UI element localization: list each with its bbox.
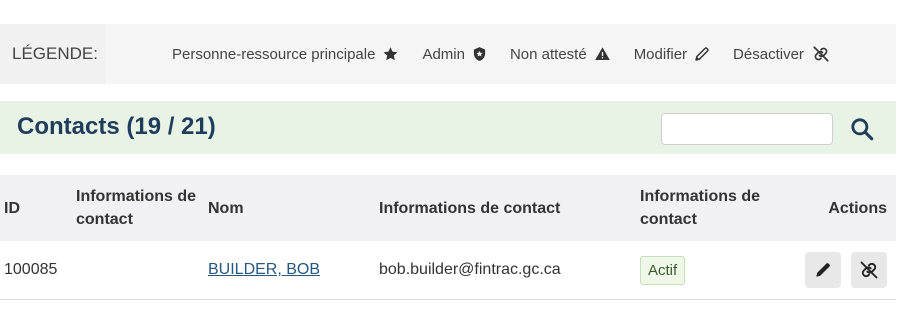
contacts-table: ID Informations de contact Nom Informati…: [0, 175, 896, 300]
page-title: Contacts (19 / 21): [17, 113, 216, 140]
table-header-row: ID Informations de contact Nom Informati…: [0, 175, 896, 241]
table-row: 100085 BUILDER, BOB bob.builder@fintrac.…: [0, 241, 896, 300]
legend-item-not-attested: Non attesté: [510, 46, 611, 63]
column-header-contact-info-2[interactable]: Informations de contact: [632, 175, 763, 241]
legend-item-deactivate: Désactiver: [733, 45, 831, 63]
column-header-id[interactable]: ID: [0, 175, 70, 241]
cell-name: BUILDER, BOB: [200, 241, 371, 300]
legend-item-edit: Modifier: [634, 46, 710, 63]
deactivate-button[interactable]: [851, 252, 887, 288]
legend-item-label: Désactiver: [733, 45, 804, 63]
column-header-contact-info[interactable]: Informations de contact: [371, 175, 632, 241]
edit-button[interactable]: [804, 252, 841, 288]
star-icon: [384, 47, 398, 61]
contact-name-link[interactable]: BUILDER, BOB: [208, 261, 320, 278]
cell-id: 100085: [0, 241, 70, 300]
unlink-icon: [813, 46, 829, 62]
search-icon: [851, 117, 874, 140]
warning-icon: [594, 47, 610, 60]
legend-item-admin: Admin: [422, 46, 487, 63]
cell-status: Actif: [632, 241, 763, 300]
unlink-icon: [860, 261, 878, 279]
search-button[interactable]: [846, 115, 878, 145]
legend-bar: LÉGENDE: Personne-ressource principale A…: [0, 24, 896, 84]
pencil-icon: [815, 263, 830, 277]
legend-item-primary-contact: Personne-ressource principale: [172, 46, 399, 63]
contacts-panel-header: Contacts (19 / 21): [0, 101, 896, 154]
shield-icon: [473, 47, 486, 61]
cell-contact-info-1: [70, 241, 200, 300]
status-badge: Actif: [640, 255, 686, 285]
cell-actions: [763, 241, 896, 300]
column-header-actions: Actions: [763, 175, 896, 241]
legend-item-label: Admin: [422, 45, 465, 63]
legend-label: LÉGENDE:: [0, 24, 107, 84]
legend-item-label: Modifier: [633, 45, 688, 63]
column-header-contact-info-1[interactable]: Informations de contact: [70, 175, 200, 241]
legend-item-label: Personne-ressource principale: [172, 45, 376, 63]
search-input[interactable]: [661, 113, 833, 145]
legend-items: Personne-ressource principale Admin Non …: [172, 45, 831, 63]
pencil-icon: [695, 47, 709, 61]
column-header-name[interactable]: Nom: [200, 175, 371, 241]
legend-item-label: Non attesté: [509, 45, 587, 63]
cell-email: bob.builder@fintrac.gc.ca: [371, 241, 632, 300]
